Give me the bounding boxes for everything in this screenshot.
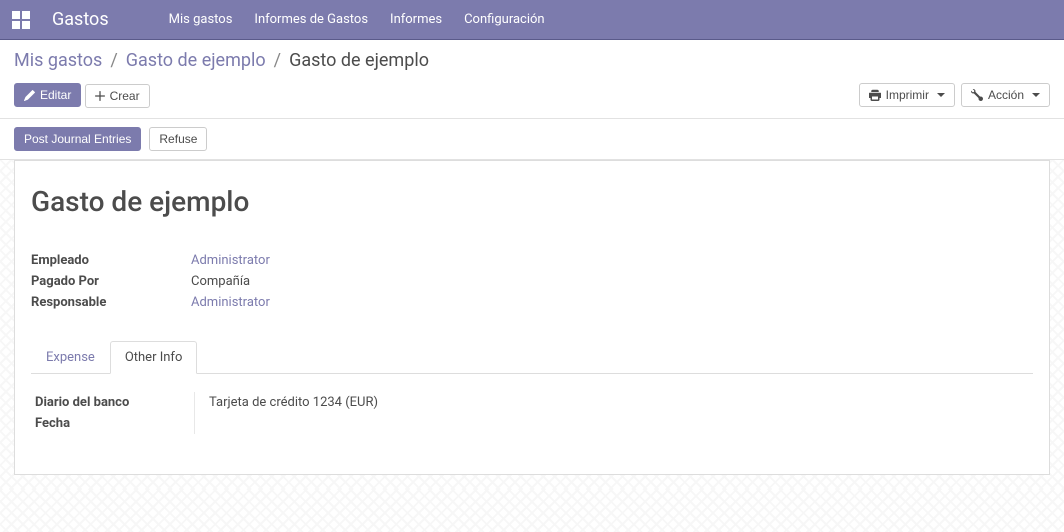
- print-button-label: Imprimir: [886, 88, 929, 102]
- nav-item-informes[interactable]: Informes: [390, 12, 442, 27]
- label-responsable: Responsable: [31, 292, 191, 313]
- refuse-button[interactable]: Refuse: [149, 127, 207, 151]
- value-responsable[interactable]: Administrator: [191, 295, 270, 310]
- wrench-icon: [971, 89, 983, 101]
- tab-bar: Expense Other Info: [31, 341, 1033, 374]
- right-button-group: Imprimir Acción: [859, 83, 1050, 107]
- label-diario-del-banco: Diario del banco: [35, 392, 195, 413]
- nav-menu: Mis gastos Informes de Gastos Informes C…: [169, 12, 545, 27]
- apps-menu-icon[interactable]: [12, 11, 30, 29]
- breadcrumb-sep: /: [110, 50, 117, 71]
- edit-button-label: Editar: [40, 88, 71, 102]
- label-fecha: Fecha: [35, 413, 195, 434]
- pencil-icon: [24, 90, 35, 101]
- breadcrumb-item[interactable]: Gasto de ejemplo: [126, 50, 266, 71]
- field-group-main: Empleado Administrator Pagado Por Compañ…: [31, 250, 532, 313]
- create-button-label: Crear: [110, 89, 140, 103]
- nav-item-configuracion[interactable]: Configuración: [464, 12, 545, 27]
- left-button-group: Editar Crear: [14, 83, 150, 108]
- tab-expense[interactable]: Expense: [31, 341, 110, 374]
- caret-down-icon: [1032, 93, 1040, 97]
- app-brand[interactable]: Gastos: [52, 9, 109, 30]
- statusbar: Post Journal Entries Refuse: [0, 119, 1064, 160]
- label-pagado-por: Pagado Por: [31, 271, 191, 292]
- value-pagado-por: Compañía: [191, 274, 250, 289]
- action-button[interactable]: Acción: [961, 83, 1050, 107]
- nav-item-mis-gastos[interactable]: Mis gastos: [169, 12, 233, 27]
- breadcrumb-item[interactable]: Mis gastos: [14, 50, 102, 71]
- form-view: Gasto de ejemplo Empleado Administrator …: [0, 160, 1064, 475]
- nav-item-informes-de-gastos[interactable]: Informes de Gastos: [254, 12, 368, 27]
- breadcrumb-sep: /: [274, 50, 281, 71]
- value-diario-del-banco: Tarjeta de crédito 1234 (EUR): [209, 395, 378, 410]
- form-sheet: Gasto de ejemplo Empleado Administrator …: [14, 160, 1050, 475]
- control-panel: Mis gastos / Gasto de ejemplo / Gasto de…: [0, 40, 1064, 119]
- value-empleado[interactable]: Administrator: [191, 253, 270, 268]
- plus-icon: [95, 91, 105, 101]
- print-button[interactable]: Imprimir: [859, 83, 955, 107]
- print-icon: [869, 89, 881, 101]
- edit-button[interactable]: Editar: [14, 83, 81, 107]
- post-journal-entries-button[interactable]: Post Journal Entries: [14, 127, 141, 151]
- tab-other-info[interactable]: Other Info: [110, 341, 198, 374]
- action-button-label: Acción: [988, 88, 1024, 102]
- caret-down-icon: [937, 93, 945, 97]
- main-navbar: Gastos Mis gastos Informes de Gastos Inf…: [0, 0, 1064, 40]
- tab-content-other-info: Diario del banco Tarjeta de crédito 1234…: [31, 374, 1033, 434]
- breadcrumb: Mis gastos / Gasto de ejemplo / Gasto de…: [14, 50, 1050, 71]
- record-title: Gasto de ejemplo: [31, 185, 1033, 218]
- label-empleado: Empleado: [31, 250, 191, 271]
- breadcrumb-item-current: Gasto de ejemplo: [289, 50, 429, 71]
- create-button[interactable]: Crear: [85, 84, 150, 108]
